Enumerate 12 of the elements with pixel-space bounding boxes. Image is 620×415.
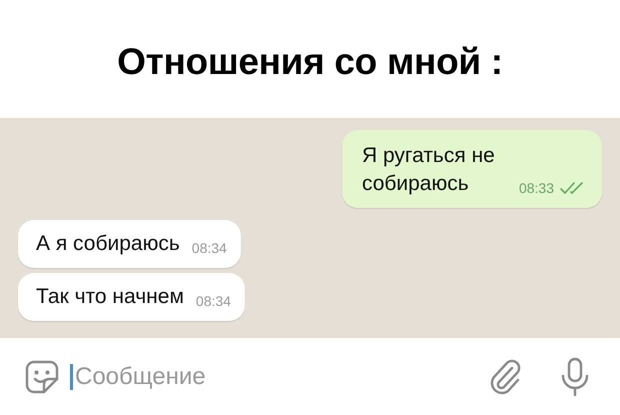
meme-caption: Отношения со мной : [117,41,503,83]
text-cursor [70,364,73,390]
message-time: 08:33 [518,180,554,196]
message-text: Я ругаться не собираюсь [362,143,496,197]
message-time: 08:34 [192,240,227,256]
sticker-icon[interactable] [24,358,60,394]
message-text: А я собираюсь [36,231,180,257]
paperclip-icon[interactable] [488,358,522,394]
message-time: 08:34 [196,293,231,309]
microphone-icon[interactable] [560,356,590,396]
message-text: Так что начнем [36,284,184,310]
message-input-field[interactable]: Сообщение [75,362,478,390]
